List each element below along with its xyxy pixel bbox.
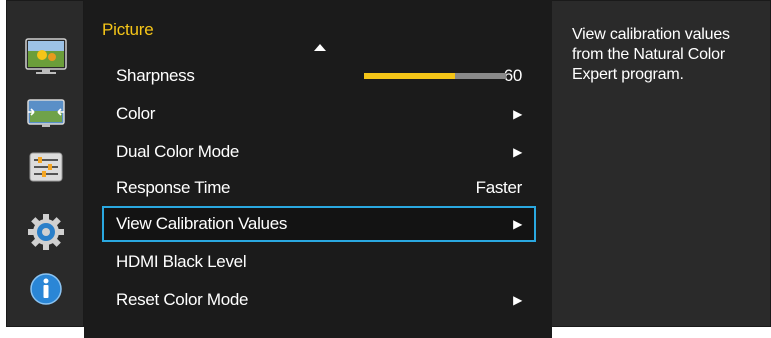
information-icon[interactable]: [20, 266, 72, 312]
menu-item-label: HDMI Black Level: [116, 252, 247, 271]
scroll-up-arrow-icon[interactable]: [314, 44, 326, 51]
menu-item-label: Reset Color Mode: [116, 290, 249, 309]
system-gear-icon[interactable]: [20, 209, 72, 255]
menu-item-label: View Calibration Values: [116, 214, 288, 233]
picture-icon[interactable]: [20, 33, 72, 79]
menu-item-response-time[interactable]: Response Time Faster: [102, 172, 536, 204]
menu-item-sharpness[interactable]: Sharpness 60: [102, 60, 536, 92]
category-sidebar: [6, 0, 84, 327]
settings-sliders-icon[interactable]: [20, 144, 72, 190]
menu-item-hdmi-black-level[interactable]: HDMI Black Level: [102, 246, 536, 278]
chevron-right-icon: ▶: [513, 293, 522, 307]
menu-item-label: Dual Color Mode: [116, 142, 240, 161]
screen-size-icon[interactable]: [20, 91, 72, 137]
menu-item-color[interactable]: Color ▶: [102, 98, 536, 130]
menu-item-dual-color-mode[interactable]: Dual Color Mode ▶: [102, 136, 536, 168]
menu-item-value: 60: [503, 66, 523, 85]
menu-title: Picture: [102, 20, 154, 39]
picture-menu: Picture Sharpness 60 Color ▶ Dual Color …: [84, 0, 552, 338]
menu-item-value: Faster: [475, 178, 523, 197]
menu-item-label: Color: [116, 104, 156, 123]
menu-item-reset-color-mode[interactable]: Reset Color Mode ▶: [102, 284, 536, 316]
chevron-right-icon: ▶: [513, 145, 522, 159]
sharpness-slider-fill: [364, 73, 455, 79]
help-text: View calibration values from the Natural…: [572, 26, 730, 83]
menu-item-view-calibration-values[interactable]: View Calibration Values ▶: [102, 206, 536, 242]
sharpness-slider[interactable]: [364, 73, 506, 79]
menu-item-label: Response Time: [116, 178, 231, 197]
chevron-right-icon: ▶: [513, 107, 522, 121]
chevron-right-icon: ▶: [513, 217, 522, 231]
help-panel: View calibration values from the Natural…: [552, 0, 771, 327]
